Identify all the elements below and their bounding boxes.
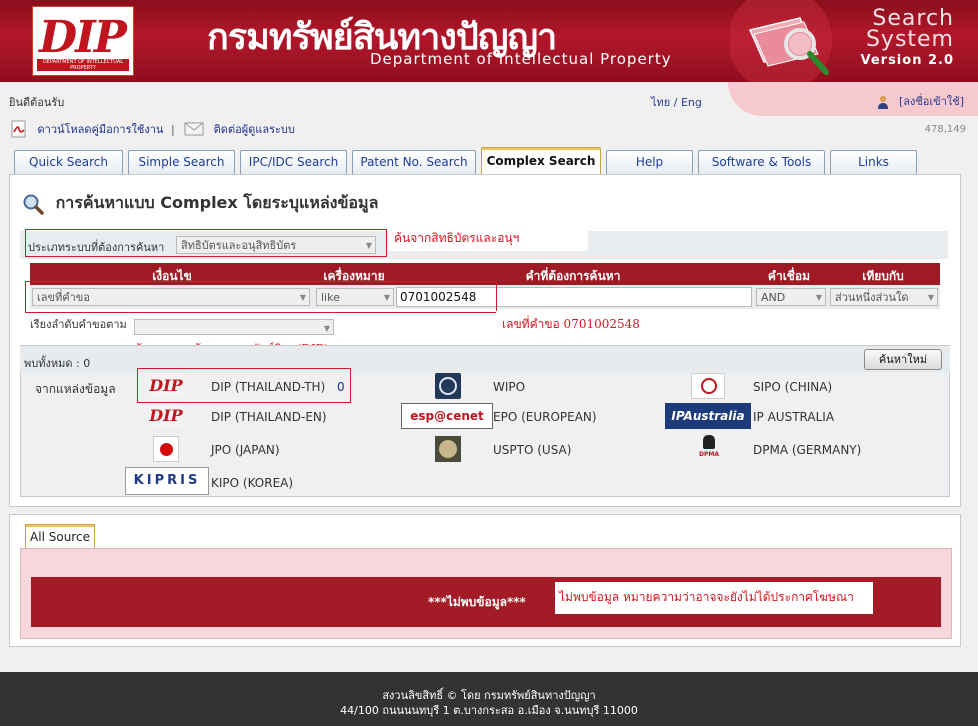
pdf-icon bbox=[11, 120, 26, 138]
site-header: DIP DEPARTMENT OF INTELLECTUAL PROPERTY … bbox=[0, 0, 978, 82]
tab-software-tools[interactable]: Software & Tools bbox=[698, 150, 825, 174]
jpo-flag-icon[interactable] bbox=[153, 436, 179, 462]
complex-search-panel: การค้นหาแบบ Complex โดยระบุแหล่งข้อมูล ป… bbox=[9, 174, 961, 507]
lang-english-link[interactable]: Eng bbox=[681, 96, 702, 109]
language-switcher: ไทย / Eng bbox=[651, 93, 702, 111]
login-area: [ลงชื่อเข้าใช้] bbox=[877, 92, 964, 110]
version-label: Version 2.0 bbox=[860, 53, 954, 68]
sipo-logo-icon[interactable] bbox=[691, 373, 725, 399]
search-system-line2: System bbox=[865, 27, 954, 52]
source-epo[interactable]: EPO (EUROPEAN) bbox=[493, 410, 597, 424]
wipo-globe bbox=[439, 377, 457, 395]
connector-value: AND bbox=[761, 291, 786, 304]
dpma-eagle-icon[interactable]: DPMA bbox=[695, 433, 723, 463]
contact-admin-link[interactable]: ติดต่อผู้ดูแลระบบ bbox=[214, 123, 295, 136]
new-search-button[interactable]: ค้นหาใหม่ bbox=[864, 349, 942, 370]
annotation-system: ค้นจากสิทธิบัตรและอนุฯ bbox=[388, 225, 588, 251]
tab-all-source[interactable]: All Source bbox=[25, 524, 95, 548]
visitor-counter: 478,149 bbox=[924, 124, 966, 135]
source-ip-australia[interactable]: IP AUSTRALIA bbox=[753, 410, 834, 424]
source-sipo[interactable]: SIPO (CHINA) bbox=[753, 380, 832, 394]
sort-row: เรียงลำดับคำขอตาม bbox=[30, 315, 127, 333]
chevron-down-icon: ▼ bbox=[323, 324, 330, 333]
uspto-seal bbox=[439, 440, 457, 458]
connector-select[interactable]: AND ▼ bbox=[756, 288, 826, 306]
utility-links: ดาวน์โหลดคู่มือการใช้งาน | ติดต่อผู้ดูแล… bbox=[10, 120, 295, 138]
results-count: พบทั้งหมด : 0 bbox=[24, 354, 90, 372]
lang-separator: / bbox=[673, 96, 678, 109]
page-title: การค้นหาแบบ Complex โดยระบุแหล่งข้อมูล bbox=[22, 191, 378, 216]
espacenet-logo-text: esp@cenet bbox=[410, 409, 484, 423]
dip-en-logo-text: DIP bbox=[149, 406, 183, 425]
compare-value: ส่วนหนึ่งส่วนใด bbox=[835, 291, 909, 304]
login-link[interactable]: [ลงชื่อเข้าใช้] bbox=[899, 95, 964, 108]
wipo-logo-icon[interactable] bbox=[435, 373, 461, 399]
welcome-text: ยินดีต้อนรับ bbox=[9, 96, 65, 109]
download-manual-link[interactable]: ดาวน์โหลดคู่มือการใช้งาน bbox=[38, 123, 164, 136]
annotation-box-system bbox=[25, 229, 387, 257]
header-title-english: Department of Intellectual Property bbox=[370, 50, 672, 68]
tab-ipc-idc-search[interactable]: IPC/IDC Search bbox=[240, 150, 347, 174]
top-bar: ยินดีต้อนรับ ไทย / Eng [ลงชื่อเข้าใช้] bbox=[0, 82, 978, 116]
espacenet-logo[interactable]: esp@cenet bbox=[401, 403, 493, 429]
kipris-logo[interactable]: KIPRIS bbox=[125, 467, 209, 495]
tab-help[interactable]: Help bbox=[606, 150, 693, 174]
ip-australia-logo-text: IPAustralia bbox=[671, 409, 745, 423]
tab-quick-search[interactable]: Quick Search bbox=[14, 150, 123, 174]
tab-patent-no-search[interactable]: Patent No. Search bbox=[352, 150, 476, 174]
not-found-message: ***ไม่พบข้อมูล*** bbox=[428, 595, 526, 609]
search-icon bbox=[23, 194, 44, 215]
chevron-down-icon: ▼ bbox=[815, 293, 822, 302]
uspto-seal-icon[interactable] bbox=[435, 436, 461, 462]
source-dpma[interactable]: DPMA (GERMANY) bbox=[753, 443, 861, 457]
annotation-number: เลขที่คำขอ 0701002548 bbox=[496, 311, 660, 339]
dpma-logo-text: DPMA bbox=[699, 451, 719, 458]
search-system-line1: Search bbox=[872, 6, 954, 31]
page-title-text: การค้นหาแบบ Complex โดยระบุแหล่งข้อมูล bbox=[55, 193, 379, 212]
annotation-box-dip bbox=[137, 368, 351, 403]
search-system-label: Search System Version 2.0 bbox=[860, 8, 954, 71]
results-panel: All Source ***ไม่พบข้อมูล*** ไม่พบข้อมูล… bbox=[9, 514, 961, 647]
dip-en-logo[interactable]: DIP bbox=[149, 405, 183, 427]
mail-icon bbox=[184, 122, 204, 136]
user-icon bbox=[878, 95, 889, 109]
footer-address: 44/100 ถนนนนทบุรี 1 ต.บางกระสอ อ.เมือง จ… bbox=[340, 704, 638, 717]
links-separator: | bbox=[170, 122, 175, 136]
source-wipo[interactable]: WIPO bbox=[493, 380, 525, 394]
header-compare: เทียบกับ bbox=[862, 269, 904, 283]
source-kipo[interactable]: KIPO (KOREA) bbox=[211, 476, 293, 490]
source-uspto[interactable]: USPTO (USA) bbox=[493, 443, 571, 457]
dpma-eagle bbox=[703, 435, 715, 449]
tab-complex-search[interactable]: Complex Search bbox=[481, 147, 601, 174]
dip-logo-subtext: DEPARTMENT OF INTELLECTUAL PROPERTY bbox=[37, 59, 129, 71]
kipris-logo-text: KIPRIS bbox=[133, 473, 201, 488]
annotation-box-criteria bbox=[25, 281, 497, 313]
site-footer: สงวนลิขสิทธิ์ © โดย กรมทรัพย์สินทางปัญญา… bbox=[0, 672, 978, 726]
jpo-flag-circle bbox=[160, 443, 173, 456]
from-source-label: จากแหล่งข้อมูล bbox=[35, 382, 116, 396]
dip-logo-text: DIP bbox=[39, 12, 127, 63]
tab-links[interactable]: Links bbox=[830, 150, 917, 174]
source-jpo[interactable]: JPO (JAPAN) bbox=[211, 443, 280, 457]
sort-select[interactable]: ▼ bbox=[134, 319, 334, 335]
chevron-down-icon: ▼ bbox=[927, 293, 934, 302]
annotation-not-found: ไม่พบข้อมูล หมายความว่าอาจจะยังไม่ได้ประ… bbox=[555, 582, 873, 614]
data-sources: จากแหล่งข้อมูล DIP DIP (THAILAND-TH) 0 D… bbox=[20, 368, 950, 497]
lang-thai-link[interactable]: ไทย bbox=[651, 96, 670, 109]
header-connector: คำเชื่อม bbox=[767, 269, 811, 283]
found-label: พบทั้งหมด : bbox=[24, 357, 80, 370]
dip-logo[interactable]: DIP DEPARTMENT OF INTELLECTUAL PROPERTY bbox=[32, 6, 134, 76]
ip-australia-logo[interactable]: IPAustralia bbox=[665, 403, 751, 429]
found-count: 0 bbox=[83, 357, 91, 370]
source-dip-en[interactable]: DIP (THAILAND-EN) bbox=[211, 410, 327, 424]
compare-select[interactable]: ส่วนหนึ่งส่วนใด ▼ bbox=[830, 288, 938, 306]
sort-label: เรียงลำดับคำขอตาม bbox=[30, 318, 127, 331]
folder-magnifier-icon bbox=[730, 0, 832, 82]
sipo-emblem bbox=[701, 378, 717, 394]
tab-simple-search[interactable]: Simple Search bbox=[128, 150, 235, 174]
